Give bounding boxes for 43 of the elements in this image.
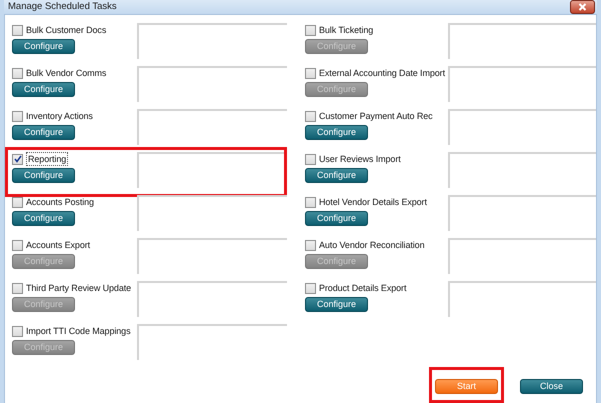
checkbox[interactable] — [305, 282, 316, 294]
task-label: User Reviews Import — [319, 153, 401, 166]
task-label: Accounts Export — [26, 239, 90, 252]
task-notes-field[interactable] — [137, 152, 287, 188]
task-label: Inventory Actions — [26, 110, 93, 122]
configure-button[interactable]: Configure — [12, 82, 75, 98]
configure-button[interactable]: Configure — [12, 211, 75, 226]
task-label: Import TTI Code Mappings — [26, 325, 130, 338]
configure-button[interactable]: Configure — [12, 168, 75, 184]
task-label: Hotel Vendor Details Export — [319, 196, 427, 208]
checkbox[interactable] — [305, 154, 316, 165]
task-notes-field[interactable] — [448, 109, 596, 146]
task-label: Auto Vendor Reconciliation — [319, 239, 424, 252]
checkbox[interactable] — [12, 196, 23, 208]
checkbox[interactable] — [12, 68, 23, 79]
task-label: Accounts Posting — [26, 196, 94, 208]
window-title: Manage Scheduled Tasks — [7, 0, 117, 14]
task-notes-field[interactable] — [137, 109, 287, 146]
task-label: Bulk Customer Docs — [26, 24, 106, 36]
close-icon[interactable] — [570, 0, 595, 14]
configure-button[interactable]: Configure — [305, 211, 368, 226]
task-notes-field[interactable] — [448, 195, 596, 232]
configure-button[interactable]: Configure — [305, 125, 368, 140]
task-notes-field[interactable] — [448, 281, 596, 318]
checkbox[interactable] — [12, 24, 23, 36]
configure-button[interactable]: Configure — [12, 39, 75, 54]
checkbox[interactable] — [12, 154, 23, 165]
checkbox[interactable] — [305, 196, 316, 208]
task-label: Third Party Review Update — [26, 282, 132, 294]
task-notes-field[interactable] — [448, 152, 596, 188]
task-label: Bulk Vendor Comms — [26, 67, 106, 80]
checkbox[interactable] — [305, 110, 316, 122]
task-label: External Accounting Date Import — [319, 67, 445, 80]
configure-button[interactable]: Configure — [305, 297, 368, 312]
task-label: Reporting — [26, 152, 68, 166]
task-label: Bulk Ticketing — [319, 24, 374, 36]
check-icon — [14, 155, 22, 164]
close-button[interactable]: Close — [520, 379, 583, 394]
configure-button[interactable]: Configure — [305, 168, 368, 184]
task-label: Product Details Export — [319, 282, 406, 294]
task-label: Customer Payment Auto Rec — [319, 110, 433, 122]
checkbox[interactable] — [12, 110, 23, 122]
configure-button[interactable]: Configure — [12, 125, 75, 140]
